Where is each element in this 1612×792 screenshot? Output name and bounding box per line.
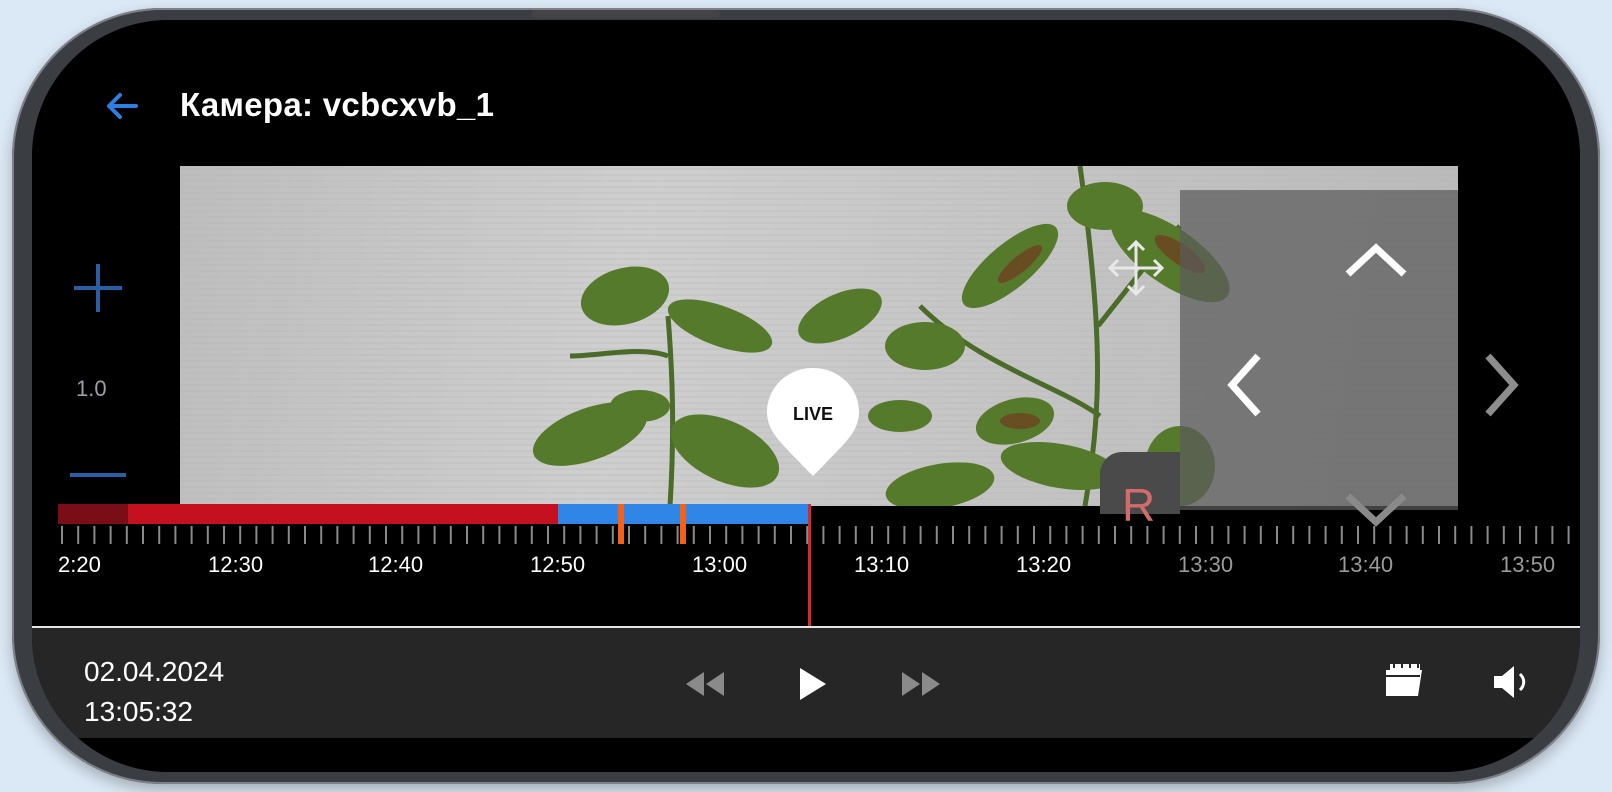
timeline-label: 12:40 — [368, 552, 424, 577]
timeline-segment-start — [58, 504, 128, 524]
time-value: 13:05:32 — [84, 696, 193, 727]
date-value: 02.04.2024 — [84, 656, 225, 687]
chevron-right-icon[interactable] — [1480, 350, 1524, 420]
live-label: LIVE — [792, 404, 833, 424]
timeline-label: 13:20 — [1016, 552, 1072, 577]
zoom-level: 1.0 — [76, 376, 107, 401]
move-arrows-icon[interactable] — [1104, 236, 1168, 300]
timeline-label: 12:30 — [208, 552, 264, 577]
timeline-ticks — [61, 526, 1570, 544]
rewind-icon[interactable] — [682, 670, 726, 698]
volume-icon[interactable] — [1490, 662, 1534, 702]
timeline-event-mark — [618, 504, 624, 544]
app-screen: Камера: vcbcxvb_1 1.0 R LIVE 2:20 12:30 … — [32, 20, 1580, 772]
zoom-in-icon[interactable] — [70, 260, 126, 316]
phone-side-button — [532, 10, 720, 18]
zoom-out-icon[interactable] — [70, 473, 126, 477]
timeline-label: 13:10 — [854, 552, 910, 577]
play-icon[interactable] — [798, 666, 828, 702]
back-arrow-icon[interactable] — [100, 84, 144, 128]
timeline-label: 13:40 — [1338, 552, 1394, 577]
timeline-label: 13:30 — [1178, 552, 1234, 577]
timeline-playhead[interactable] — [808, 504, 811, 636]
timeline-label: 2:20 — [58, 552, 101, 577]
chevron-up-icon[interactable] — [1342, 240, 1410, 280]
calendar-icon[interactable] — [1382, 660, 1426, 700]
timeline-label: 13:00 — [692, 552, 748, 577]
phone-frame: Камера: vcbcxvb_1 1.0 R LIVE 2:20 12:30 … — [12, 8, 1600, 784]
chevron-left-icon[interactable] — [1222, 350, 1266, 420]
timeline-segment-alarm — [128, 504, 558, 524]
timeline-event-mark — [680, 504, 686, 544]
date-time-display: 02.04.2024 13:05:32 — [84, 652, 224, 732]
timeline-label: 12:50 — [530, 552, 586, 577]
page-title: Камера: vcbcxvb_1 — [180, 86, 495, 123]
timeline-label: 13:50 — [1500, 552, 1556, 577]
fast-forward-icon[interactable] — [900, 670, 944, 698]
